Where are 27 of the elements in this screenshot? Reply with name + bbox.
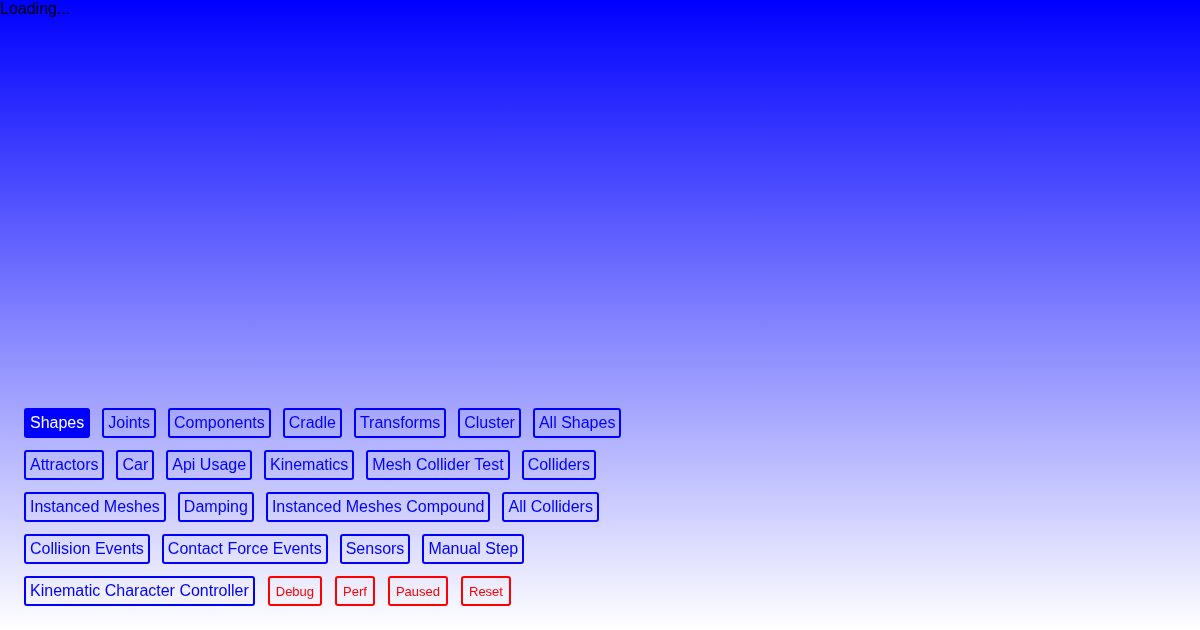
loading-text: Loading...: [0, 0, 71, 18]
demo-button[interactable]: Attractors: [24, 450, 105, 480]
demo-button[interactable]: Shapes: [24, 408, 91, 438]
demo-button[interactable]: Manual Step: [422, 534, 525, 564]
demo-button[interactable]: Joints: [102, 408, 157, 438]
demo-button[interactable]: Kinematics: [264, 450, 355, 480]
control-button[interactable]: Debug: [267, 576, 323, 606]
demo-button[interactable]: Instanced Meshes: [24, 492, 166, 522]
control-button[interactable]: Reset: [461, 576, 511, 606]
demo-button[interactable]: All Colliders: [502, 492, 599, 522]
demo-button[interactable]: Api Usage: [166, 450, 253, 480]
demo-button[interactable]: Damping: [177, 492, 254, 522]
demo-button[interactable]: Components: [168, 408, 271, 438]
demo-button[interactable]: Cradle: [282, 408, 342, 438]
demo-button[interactable]: Transforms: [353, 408, 447, 438]
demo-button[interactable]: Car: [116, 450, 155, 480]
demo-button[interactable]: Cluster: [458, 408, 521, 438]
demo-button[interactable]: Mesh Collider Test: [366, 450, 510, 480]
control-button[interactable]: Perf: [335, 576, 375, 606]
demo-button[interactable]: Instanced Meshes Compound: [265, 492, 491, 522]
control-button[interactable]: Paused: [387, 576, 448, 606]
demo-button[interactable]: Sensors: [339, 534, 411, 564]
demo-button[interactable]: Colliders: [521, 450, 596, 480]
demo-button[interactable]: Kinematic Character Controller: [24, 576, 255, 606]
demo-button[interactable]: Collision Events: [24, 534, 150, 564]
demo-button[interactable]: Contact Force Events: [161, 534, 328, 564]
demo-button[interactable]: All Shapes: [532, 408, 622, 438]
